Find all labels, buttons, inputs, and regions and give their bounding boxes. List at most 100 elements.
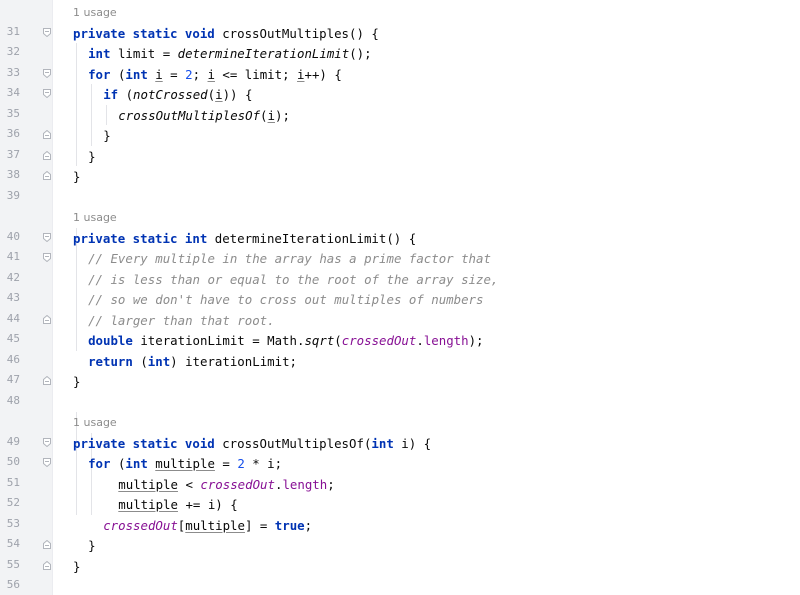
line-number[interactable]: 50 (0, 455, 20, 469)
fold-end-icon[interactable] (43, 376, 51, 385)
code-text[interactable]: for (int multiple = 2 * i; (88, 456, 282, 471)
fold-expanded-icon[interactable] (43, 68, 51, 78)
line-number[interactable]: 41 (0, 250, 20, 264)
code-text[interactable]: } (103, 128, 110, 143)
code-text[interactable]: } (88, 538, 95, 553)
code-line[interactable]: 53 crossedOut[multiple] = true; (0, 515, 800, 535)
code-token: int (125, 456, 156, 471)
code-text[interactable]: int limit = determineIterationLimit(); (88, 46, 372, 61)
code-token: ] = (244, 517, 275, 533)
line-number[interactable]: 56 (0, 578, 20, 592)
code-text[interactable]: // Every multiple in the array has a pri… (88, 251, 491, 266)
code-line[interactable]: 43 // so we don't have to cross out multi… (0, 289, 800, 309)
line-number[interactable]: 42 (0, 271, 20, 285)
line-number[interactable]: 49 (0, 435, 20, 449)
code-line[interactable]: 31 private static void crossOutMultiples(… (0, 23, 800, 43)
code-text[interactable]: double iterationLimit = Math.sqrt(crosse… (88, 333, 483, 348)
code-text[interactable]: // is less than or equal to the root of … (88, 272, 498, 287)
line-number[interactable]: 51 (0, 476, 20, 490)
usage-hint[interactable]: 1 usage (73, 7, 117, 19)
line-number[interactable]: 45 (0, 332, 20, 346)
code-text[interactable]: private static int determineIterationLim… (73, 231, 416, 246)
code-text[interactable]: return (int) iterationLimit; (88, 354, 297, 369)
line-number[interactable]: 38 (0, 168, 20, 182)
line-number[interactable]: 32 (0, 45, 20, 59)
code-line[interactable]: 37} (0, 146, 800, 166)
code-line[interactable]: 36} (0, 125, 800, 145)
line-number[interactable]: 34 (0, 86, 20, 100)
line-number[interactable]: 44 (0, 312, 20, 326)
code-token: multiple (185, 517, 245, 533)
code-editor[interactable]: 1 usage 31 private static void crossOutMul… (0, 0, 800, 595)
line-number[interactable]: 31 (0, 25, 20, 39)
code-line[interactable]: 55} (0, 556, 800, 576)
code-line[interactable]: 32 int limit = determineIterationLimit(); (0, 43, 800, 63)
fold-expanded-icon[interactable] (43, 89, 51, 98)
code-text[interactable]: // so we don't have to cross out multipl… (88, 292, 483, 307)
code-token: } (103, 128, 111, 143)
line-number[interactable]: 39 (0, 189, 20, 203)
line-number[interactable]: 55 (0, 558, 20, 572)
code-text[interactable]: } (73, 169, 80, 184)
fold-end-icon[interactable] (43, 314, 51, 324)
line-number[interactable]: 54 (0, 537, 20, 551)
code-line[interactable]: 49 private static void crossOutMultiplesO… (0, 433, 800, 453)
line-number[interactable]: 46 (0, 353, 20, 367)
line-number[interactable]: 33 (0, 66, 20, 80)
fold-end-icon[interactable] (43, 540, 51, 549)
code-line[interactable]: 40 private static int determineIterationL… (0, 228, 800, 248)
code-text[interactable]: multiple < crossedOut.length; (118, 477, 334, 492)
code-text[interactable]: private static void crossOutMultiplesOf(… (73, 436, 431, 451)
code-line[interactable]: 34 if (notCrossed(i)) { (0, 84, 800, 104)
line-number[interactable]: 47 (0, 373, 20, 387)
code-line[interactable]: 51 multiple < crossedOut.length; (0, 474, 800, 494)
code-text[interactable]: multiple += i) { (118, 497, 237, 512)
code-line[interactable]: 56 (0, 576, 800, 595)
code-line[interactable]: 41 // Every multiple in the array has a p… (0, 248, 800, 268)
fold-expanded-icon[interactable] (43, 437, 51, 447)
fold-expanded-icon[interactable] (43, 232, 51, 242)
code-line[interactable]: 50 for (int multiple = 2 * i; (0, 453, 800, 473)
line-number[interactable]: 52 (0, 496, 20, 510)
code-text[interactable]: } (73, 559, 80, 574)
fold-expanded-icon[interactable] (43, 458, 51, 467)
code-token: notCrossed (133, 87, 208, 102)
code-line[interactable]: 42 // is less than or equal to the root o… (0, 269, 800, 289)
code-text[interactable]: for (int i = 2; i <= limit; i++) { (88, 67, 342, 82)
code-text[interactable]: // larger than that root. (88, 313, 275, 328)
fold-end-icon[interactable] (43, 171, 51, 180)
code-line[interactable]: 47} (0, 371, 800, 391)
code-token: ); (468, 333, 484, 348)
code-line[interactable]: 48 (0, 392, 800, 412)
code-text[interactable]: } (73, 374, 80, 389)
fold-expanded-icon[interactable] (43, 253, 51, 262)
line-number[interactable]: 36 (0, 127, 20, 141)
fold-end-icon[interactable] (43, 150, 51, 160)
code-line[interactable]: 45 double iterationLimit = Math.sqrt(cros… (0, 330, 800, 350)
code-text[interactable]: } (88, 149, 95, 164)
code-text[interactable]: if (notCrossed(i)) { (103, 87, 252, 102)
code-line[interactable]: 33 for (int i = 2; i <= limit; i++) { (0, 64, 800, 84)
line-number[interactable]: 35 (0, 107, 20, 121)
code-line[interactable]: 54} (0, 535, 800, 555)
fold-expanded-icon[interactable] (43, 27, 51, 37)
usage-hint[interactable]: 1 usage (73, 417, 117, 429)
code-text[interactable]: crossedOut[multiple] = true; (103, 518, 312, 533)
line-number[interactable]: 37 (0, 148, 20, 162)
code-line[interactable]: 39 (0, 187, 800, 207)
code-line[interactable]: 46 return (int) iterationLimit; (0, 351, 800, 371)
code-line[interactable]: 38} (0, 166, 800, 186)
line-number[interactable]: 40 (0, 230, 20, 244)
code-text[interactable]: crossOutMultiplesOf(i); (118, 108, 290, 123)
code-line[interactable]: 35 crossOutMultiplesOf(i); (0, 105, 800, 125)
fold-end-icon[interactable] (43, 560, 51, 570)
usage-hint[interactable]: 1 usage (73, 212, 117, 224)
line-number[interactable]: 43 (0, 291, 20, 305)
code-token: length (423, 333, 469, 348)
code-text[interactable]: private static void crossOutMultiples() … (73, 26, 379, 41)
fold-end-icon[interactable] (43, 130, 51, 139)
line-number[interactable]: 53 (0, 517, 20, 531)
line-number[interactable]: 48 (0, 394, 20, 408)
code-line[interactable]: 52 multiple += i) { (0, 494, 800, 514)
code-line[interactable]: 44 // larger than that root. (0, 310, 800, 330)
